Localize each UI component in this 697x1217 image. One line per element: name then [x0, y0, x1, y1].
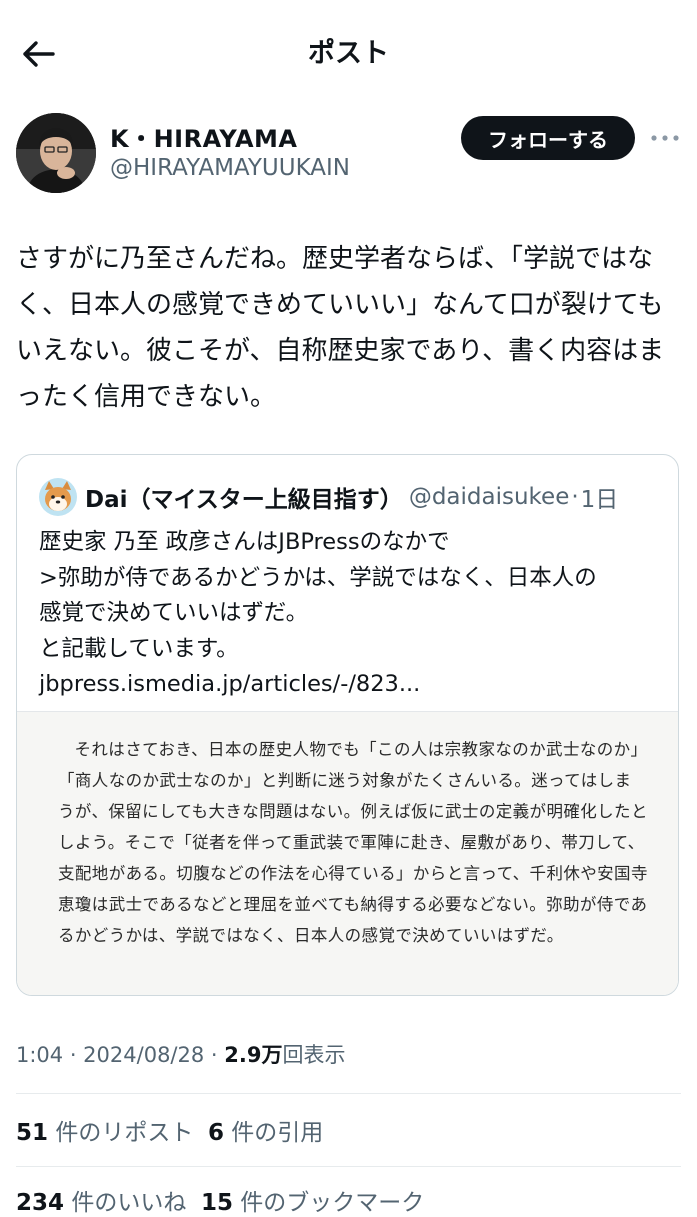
quoted-text-line: 感覚で決めていいはずだ。	[39, 600, 309, 626]
post-timestamp[interactable]: 1:04 · 2024/08/28 ·	[16, 1043, 224, 1067]
engagement-stats-2: 234 件のいいね 15 件のブックマーク	[16, 1183, 424, 1217]
avatar[interactable]	[16, 113, 96, 193]
bookmarks-count: 15	[200, 1190, 233, 1216]
quoted-text: 歴史家 乃至 政彦さんはJBPressのなかで >弥助が侍であるかどうかは、学説…	[39, 525, 664, 703]
likes-label: 件のいいね	[71, 1190, 187, 1216]
quoted-post-header: Dai（マイスター上級目指す） @daidaisukee · 1日	[39, 477, 618, 517]
quotes-count: 6	[207, 1120, 224, 1146]
reposts-count: 51	[16, 1120, 49, 1146]
quoted-link[interactable]: jbpress.ismedia.jp/articles/-/823...	[39, 667, 664, 703]
quoted-avatar[interactable]	[39, 478, 77, 516]
likes-count: 234	[16, 1190, 65, 1216]
quoted-text-line: と記載しています。	[39, 635, 239, 662]
likes-stat[interactable]: 234 件のいいね	[16, 1190, 186, 1216]
quoted-post[interactable]: Dai（マイスター上級目指す） @daidaisukee · 1日 歴史家 乃至…	[16, 454, 679, 996]
article-excerpt: それはさておき、日本の歴史人物でも「この人は宗教家なのか武士なのか」「商人なのか…	[58, 740, 648, 945]
quotes-stat[interactable]: 6 件の引用	[208, 1120, 323, 1146]
user-handle[interactable]: @HIRAYAMAYUUKAIN	[110, 155, 350, 181]
divider	[16, 1093, 681, 1094]
views-label: 回表示	[282, 1043, 346, 1067]
bookmarks-label: 件のブックマーク	[240, 1190, 425, 1216]
separator-dot: ·	[571, 484, 579, 510]
divider	[16, 1166, 681, 1167]
top-bar: ポスト	[0, 0, 697, 105]
reposts-stat[interactable]: 51 件のリポスト	[16, 1120, 193, 1146]
quoted-time: 1日	[580, 487, 619, 513]
quoted-text-line: 歴史家 乃至 政彦さんはJBPressのなかで	[39, 529, 450, 555]
bookmarks-stat[interactable]: 15 件のブックマーク	[201, 1190, 424, 1216]
follow-button[interactable]: フォローする	[461, 116, 635, 160]
quoted-display-name[interactable]: Dai（マイスター上級目指す）	[85, 480, 403, 514]
article-screenshot-image[interactable]: それはさておき、日本の歴史人物でも「この人は宗教家なのか武士なのか」「商人なのか…	[17, 712, 678, 995]
more-horizontal-icon	[651, 135, 679, 141]
page-title: ポスト	[308, 38, 389, 69]
engagement-stats: 51 件のリポスト 6 件の引用	[16, 1113, 323, 1147]
reposts-label: 件のリポスト	[55, 1120, 194, 1146]
post-author: K・HIRAYAMA @HIRAYAMAYUUKAIN フォローする	[16, 113, 681, 198]
quotes-label: 件の引用	[231, 1120, 324, 1146]
post-metadata: 1:04 · 2024/08/28 · 2.9万回表示	[16, 1039, 345, 1069]
more-options-button[interactable]	[648, 123, 682, 153]
quoted-handle: @daidaisukee	[408, 484, 570, 510]
views-count: 2.9万	[224, 1043, 283, 1067]
display-name[interactable]: K・HIRAYAMA	[110, 119, 297, 154]
post-text: さすがに乃至さんだね。歴史学者ならば、「学説ではなく、日本人の感覚できめていいい…	[16, 244, 665, 412]
quoted-text-line: >弥助が侍であるかどうかは、学説ではなく、日本人の	[39, 564, 597, 591]
